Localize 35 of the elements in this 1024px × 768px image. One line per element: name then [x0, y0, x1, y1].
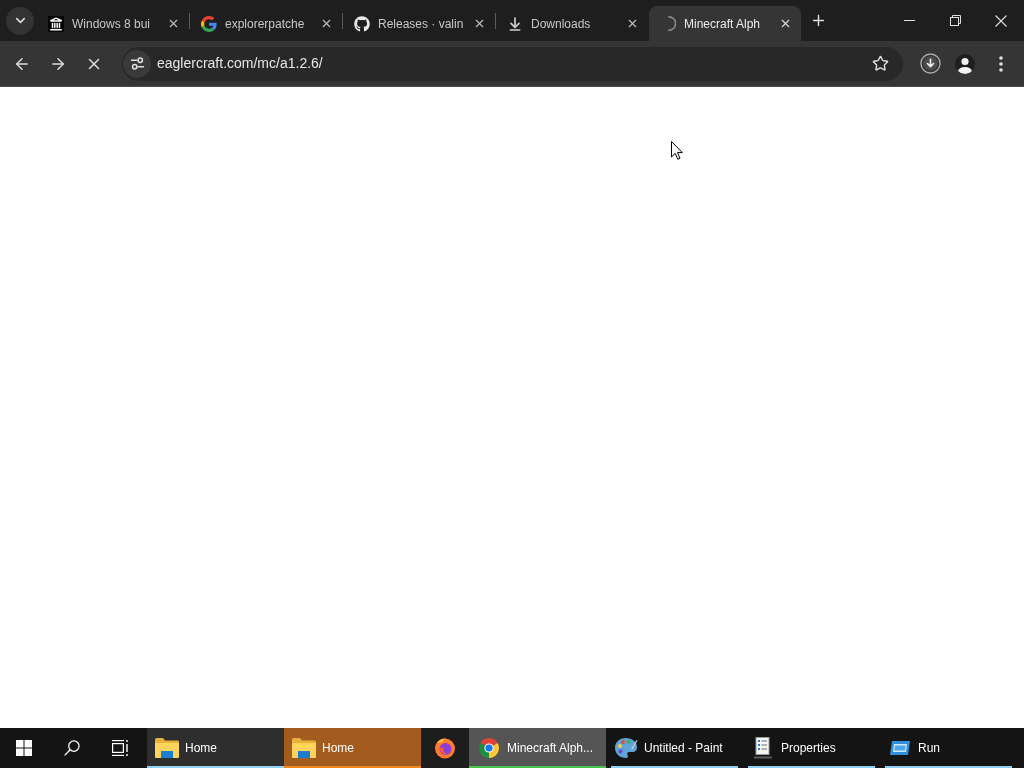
- browser-tab[interactable]: Minecraft Alph: [649, 6, 801, 41]
- window-icon: [889, 740, 911, 756]
- restore-icon: [949, 15, 961, 26]
- windows-logo-icon: [16, 740, 32, 756]
- sliders-icon: [129, 57, 145, 70]
- checklist-document-icon: [754, 737, 772, 759]
- menu-icon: [999, 55, 1003, 72]
- browser-tab[interactable]: Windows 8 bui: [37, 6, 189, 41]
- mouse-pointer-icon: [671, 141, 683, 160]
- search-icon: [64, 740, 80, 756]
- fox-logo-icon: [434, 737, 456, 759]
- browser-tab[interactable]: explorerpatche: [190, 6, 342, 41]
- taskbar-button[interactable]: Home: [147, 728, 284, 768]
- browser-tab[interactable]: Downloads: [496, 6, 648, 41]
- task-view-icon: [111, 740, 129, 756]
- palette-icon: [614, 737, 638, 759]
- folder-icon: [292, 738, 316, 758]
- browser-logo-icon: [479, 738, 499, 758]
- taskbar-button[interactable]: Minecraft Alph...: [469, 728, 606, 768]
- taskbar-button[interactable]: Run: [880, 728, 1017, 768]
- download-progress-icon: [919, 53, 941, 74]
- star-icon: [871, 55, 889, 72]
- browser-tab[interactable]: Releases · valin: [343, 6, 495, 41]
- folder-icon: [155, 738, 179, 758]
- site-info-button[interactable]: [123, 49, 151, 78]
- minimize-icon: [903, 20, 915, 21]
- person-icon: [955, 53, 975, 74]
- taskbar-button[interactable]: Untitled - Paint: [606, 728, 743, 768]
- tab-list-button[interactable]: [6, 6, 34, 35]
- taskbar-button[interactable]: [421, 728, 469, 768]
- taskbar-button[interactable]: Properties: [743, 728, 880, 768]
- close-icon: [995, 14, 1007, 27]
- address-bar[interactable]: eaglercraft.com/mc/a1.2.6/: [122, 46, 903, 81]
- url-text: eaglercraft.com/mc/a1.2.6/: [157, 54, 323, 73]
- taskbar-button[interactable]: Home: [284, 728, 421, 768]
